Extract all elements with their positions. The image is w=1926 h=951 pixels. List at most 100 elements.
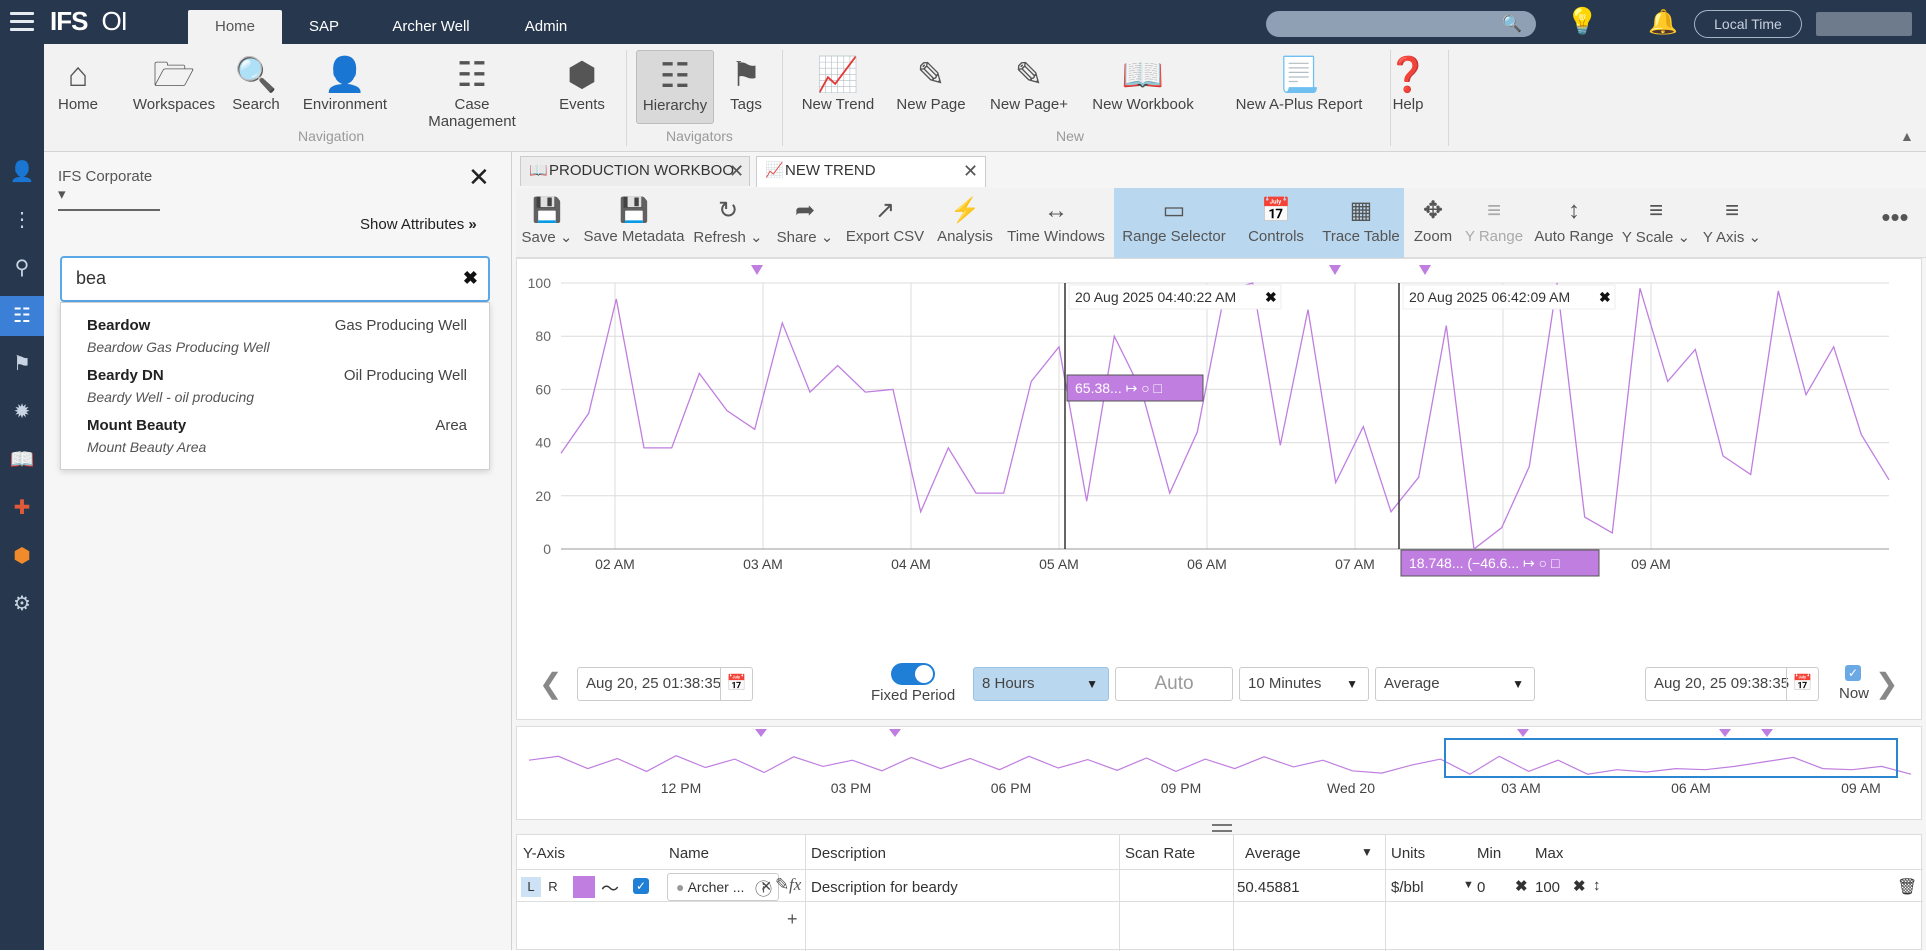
events-button[interactable]: ⬢ Events [556,54,608,113]
hierarchy-rail-icon[interactable]: ☷ [0,296,44,336]
save-metadata-button[interactable]: 💾 Save Metadata [582,188,686,258]
top-tab-sap[interactable]: SAP [296,10,352,44]
pencil-icon[interactable]: ✎ [775,875,789,895]
search-result-item[interactable]: Beardy DN Oil Producing Well Beardy Well… [87,367,467,413]
tab-new-trend[interactable]: 📈 NEW TREND ✕ [756,156,986,187]
sort-desc-icon[interactable]: ▼ [1361,845,1373,859]
environment-button[interactable]: 👤 Environment [300,54,390,113]
more-options-icon[interactable]: ••• [1870,188,1920,258]
calendar-icon[interactable]: 📅 [1786,668,1818,700]
y-scale-button[interactable]: ≡ Y Scale ⌄ [1620,188,1692,258]
calendar-icon[interactable]: 📅 [720,668,752,700]
notification-bell-icon[interactable]: 🔔 [1648,8,1678,37]
case-management-button[interactable]: ☷ Case Management [410,54,534,130]
analysis-button[interactable]: ⚡ Analysis [932,188,998,258]
prev-period-icon[interactable]: ❮ [539,667,562,700]
col-header-name[interactable]: Name [669,845,709,862]
trash-icon[interactable]: 🗑 [1897,877,1917,897]
tag-rail-icon[interactable]: ⚑ [0,344,44,384]
y-axis-button[interactable]: ≡ Y Axis ⌄ [1698,188,1766,258]
clear-min-icon[interactable]: ✖ [1515,877,1528,895]
tags-button[interactable]: ⚑ Tags [724,54,768,113]
end-time-input[interactable]: Aug 20, 25 09:38:35 📅 [1645,667,1819,701]
add-trace-icon[interactable]: + [787,909,798,930]
formula-icon[interactable]: fx [789,875,801,895]
share-button[interactable]: ➦ Share ⌄ [772,188,838,258]
line-style-icon[interactable]: 〜 [601,875,619,901]
min-input[interactable]: 0 [1477,879,1485,896]
save-button[interactable]: 💾 Save ⌄ [518,188,576,258]
search-rail-icon[interactable]: ⚲ [0,248,44,288]
col-header-min[interactable]: Min [1477,845,1501,862]
user-menu[interactable] [1816,12,1912,36]
col-header-scan-rate[interactable]: Scan Rate [1125,845,1195,862]
shield-rail-icon[interactable]: ⬢ [0,536,44,576]
y-range-button[interactable]: ≡ Y Range [1462,188,1526,258]
now-checkbox[interactable]: ✓ [1845,665,1861,681]
trace-table-button[interactable]: ▦ Trace Table [1318,188,1404,258]
user-icon[interactable]: 👤 [0,152,44,192]
auto-scale-icon[interactable]: ↕ [1593,877,1601,894]
col-header-units[interactable]: Units [1391,845,1425,862]
clear-search-icon[interactable]: ✖ [463,268,478,289]
range-selector-button[interactable]: ▭ Range Selector [1114,188,1234,258]
workspaces-button[interactable]: 🗁 Workspaces [130,54,218,113]
right-axis-toggle[interactable]: R [543,877,563,897]
hierarchy-button[interactable]: ☷ Hierarchy [636,50,714,124]
new-workbook-button[interactable]: 📖 New Workbook [1090,54,1196,113]
search-button[interactable]: 🔍 Search [230,54,282,113]
units-select[interactable]: $/bbl ▼ [1391,879,1474,896]
col-header-max[interactable]: Max [1535,845,1563,862]
col-header-description[interactable]: Description [811,845,886,862]
show-attributes-link[interactable]: Show Attributes » [360,216,477,233]
book-rail-icon[interactable]: 📖 [0,440,44,480]
collapse-ribbon-icon[interactable]: ▲ [1900,128,1914,144]
auto-input[interactable]: Auto [1115,667,1233,701]
home-button[interactable]: ⌂ Home [50,54,106,113]
help-button[interactable]: ❓ Help [1378,54,1438,113]
trace-color-swatch[interactable] [573,876,595,898]
new-a-plus-report-button[interactable]: 📃 New A-Plus Report [1218,54,1380,113]
medical-rail-icon[interactable]: ✚ [0,488,44,528]
zoom-button[interactable]: ✥ Zoom [1408,188,1458,258]
max-input[interactable]: 100 [1535,879,1560,896]
network-rail-icon[interactable]: ✹ [0,392,44,432]
fixed-period-toggle[interactable] [891,663,935,685]
overview-chart[interactable]: 12 PM 03 PM 06 PM 09 PM Wed 20 03 AM 06 AM 09 A… [517,727,1923,821]
close-tab-icon[interactable]: ✕ [963,157,978,185]
gear-rail-icon[interactable]: ⚙ [0,584,44,624]
refresh-button[interactable]: ↻ Refresh ⌄ [690,188,766,258]
range-selector-overview[interactable]: 12 PM 03 PM 06 PM 09 PM Wed 20 03 AM 06 AM 09 A… [516,726,1922,820]
lightbulb-icon[interactable]: 💡 [1566,6,1598,37]
hamburger-menu-icon[interactable] [10,12,34,32]
new-page-plus-button[interactable]: ✎ New Page+ [990,54,1068,113]
trend-chart[interactable]: 0 20 40 60 80 100 02 AM 03 AM 04 AM 05 AM 06 AM 07 … [517,259,1923,659]
close-tab-icon[interactable]: ✕ [729,157,744,185]
col-header-average[interactable]: Average [1245,845,1301,862]
close-panel-icon[interactable]: ✕ [468,162,490,193]
interval-select[interactable]: 10 Minutes ▼ [1239,667,1369,701]
new-trend-button[interactable]: 📈 New Trend [800,54,876,113]
left-axis-toggle[interactable]: L [521,877,541,897]
hierarchy-search-input[interactable]: bea ✖ [60,256,490,302]
time-windows-button[interactable]: ↔ Time Windows [1002,188,1110,258]
export-csv-button[interactable]: ↗ Export CSV [842,188,928,258]
search-icon[interactable]: 🔍 [1502,14,1522,34]
top-tab-home[interactable]: Home [188,10,282,44]
controls-button[interactable]: 📅 Controls [1234,188,1318,258]
start-time-input[interactable]: Aug 20, 25 01:38:35 📅 [577,667,753,701]
clear-max-icon[interactable]: ✖ [1573,877,1586,895]
next-period-icon[interactable]: ❯ [1875,667,1898,700]
top-tab-admin[interactable]: Admin [516,10,576,44]
more-vertical-icon[interactable]: ⋮ [0,200,44,240]
search-result-item[interactable]: Beardow Gas Producing Well Beardow Gas P… [87,317,467,363]
scope-selector[interactable]: IFS Corporate ▾ [58,168,160,211]
visible-checkbox[interactable]: ✓ [633,878,649,894]
search-result-item[interactable]: Mount Beauty Area Mount Beauty Area [87,417,467,463]
info-icon[interactable]: ⓘ [755,875,772,900]
global-search-input[interactable]: 🔍 [1266,11,1536,37]
period-select[interactable]: 8 Hours ▼ [973,667,1109,701]
aggregate-select[interactable]: Average ▼ [1375,667,1535,701]
local-time-button[interactable]: Local Time [1694,10,1802,38]
new-page-button[interactable]: ✎ New Page [896,54,966,113]
